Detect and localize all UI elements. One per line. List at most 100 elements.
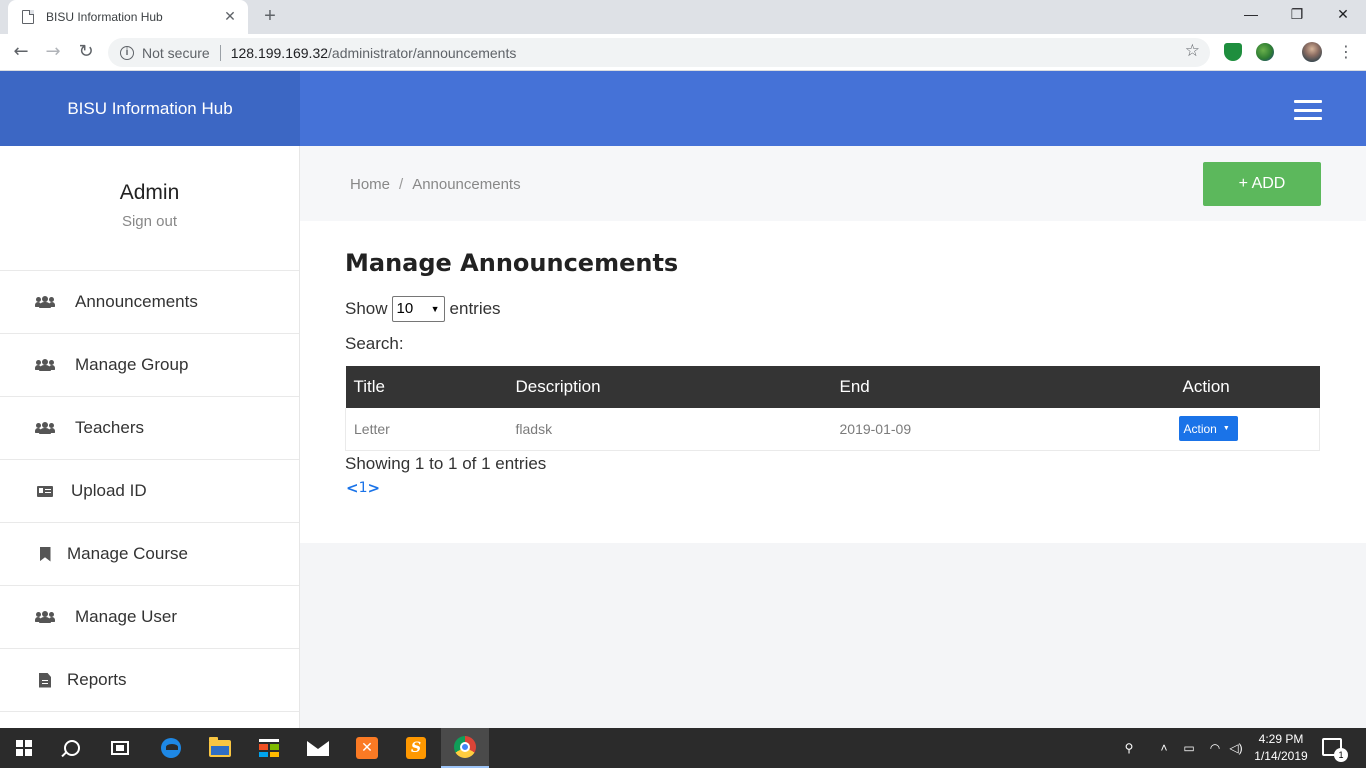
column-header-title[interactable]: Title [346,366,508,408]
task-view-button[interactable] [96,728,144,768]
pagination-page-1[interactable]: 1 [359,480,368,496]
users-icon [35,296,55,308]
column-header-description[interactable]: Description [508,366,832,408]
sidebar-item-reports[interactable]: Reports [0,649,299,712]
users-icon [35,611,55,623]
show-label: Show [345,299,388,318]
sidebar-item-upload-id[interactable]: Upload ID [0,460,299,523]
windows-taskbar: ✕ S ⚲ ˄ ▭ ◠ ◁) 4:29 PM 1/14/2019 1 [0,728,1366,768]
pagination: < 1 > [346,479,380,497]
row-action-dropdown-button[interactable]: Action ▼ [1178,416,1238,442]
bookmark-icon [35,546,55,562]
add-announcement-button[interactable]: + ADD [1203,162,1321,206]
sidebar: Admin Sign out Announcements Manage Grou… [0,146,300,728]
restore-button[interactable]: ❐ [1274,0,1320,30]
taskbar-store[interactable] [245,728,293,768]
security-label[interactable]: Not secure [142,45,210,61]
hamburger-menu-icon[interactable] [1294,100,1322,120]
people-icon[interactable]: ⚲ [1118,728,1140,768]
breadcrumb: Home / Announcements [350,176,521,193]
new-tab-button[interactable]: + [258,4,282,28]
caret-down-icon: ▼ [1222,425,1230,433]
taskbar-file-explorer[interactable] [196,728,244,768]
wifi-icon[interactable]: ◠ [1204,728,1226,768]
shield-extension-icon[interactable] [1224,43,1242,61]
action-label: Action [1183,421,1217,436]
cell-end: 2019-01-09 [831,408,1175,451]
page-title: Manage Announcements [345,249,679,277]
pagination-prev[interactable]: < [346,479,359,497]
tab-close-icon[interactable]: ✕ [222,9,238,25]
breadcrumb-home[interactable]: Home [350,176,390,193]
sidebar-item-announcements[interactable]: Announcements [0,271,299,334]
browser-menu-icon[interactable]: ⋮ [1338,43,1354,61]
close-window-button[interactable]: ✕ [1320,0,1366,30]
user-profile: Admin Sign out [0,146,299,271]
taskbar-xampp[interactable]: ✕ [343,728,391,768]
search-icon [64,740,80,756]
cell-title: Letter [345,408,508,451]
table-header-row: Title Description End Action [345,366,1320,408]
taskbar-search-button[interactable] [48,728,96,768]
clock-date: 1/14/2019 [1254,749,1308,763]
app-brand[interactable]: BISU Information Hub [0,71,300,146]
select-caret-icon: ▼ [430,304,440,314]
entries-per-page-value: 10 [396,300,414,317]
back-button[interactable]: ← [9,40,33,64]
file-explorer-icon [209,736,231,757]
info-icon[interactable]: i [120,45,134,60]
taskbar-mail[interactable] [294,728,342,768]
reload-button[interactable]: ↻ [74,40,98,64]
entries-label: entries [449,299,501,318]
sidebar-item-manage-course[interactable]: Manage Course [0,523,299,586]
sidebar-item-manage-user[interactable]: Manage User [0,586,299,649]
tray-chevron-up-icon[interactable]: ˄ [1154,728,1174,768]
mail-icon [307,740,329,756]
sidebar-item-teachers[interactable]: Teachers [0,397,299,460]
sidebar-item-label: Manage Group [75,355,189,374]
start-button[interactable] [0,728,48,768]
entries-per-page-select[interactable]: 10 ▼ [391,296,445,322]
sidebar-item-label: Reports [67,670,127,689]
sidebar-item-manage-group[interactable]: Manage Group [0,334,299,397]
globe-extension-icon[interactable] [1256,43,1274,61]
browser-tab-strip: BISU Information Hub ✕ + — ❐ ✕ [0,0,1366,34]
edge-browser-icon [161,738,181,758]
bookmark-star-icon[interactable]: ☆ [1185,41,1200,61]
search-label: Search: [345,334,404,353]
sign-out-link[interactable]: Sign out [0,213,299,230]
pagination-next[interactable]: > [368,479,381,497]
taskbar-sublime[interactable]: S [392,728,440,768]
id-card-icon [35,485,55,497]
page-favicon-icon [22,10,34,24]
address-bar[interactable]: i Not secure 128.199.169.32/administrato… [108,38,1210,67]
table-row: Letter fladsk 2019-01-09 Action ▼ [345,408,1320,451]
store-icon [259,739,279,757]
taskbar-edge[interactable] [147,728,195,768]
browser-tab[interactable]: BISU Information Hub ✕ [8,0,248,34]
sidebar-item-label: Upload ID [71,481,147,500]
taskbar-chrome[interactable] [441,728,489,768]
app-topbar [300,71,1366,146]
cell-action: Action ▼ [1174,408,1320,451]
sublime-text-icon: S [406,737,426,759]
windows-logo-icon [16,740,32,756]
xampp-icon: ✕ [356,737,378,759]
profile-avatar-icon[interactable] [1302,42,1322,62]
task-view-icon [111,741,129,755]
entries-length-control: Show 10 ▼ entries [345,296,501,322]
volume-icon[interactable]: ◁) [1226,728,1246,768]
user-name: Admin [119,181,180,204]
forward-button[interactable]: → [41,40,65,64]
breadcrumb-bar: Home / Announcements + ADD [300,146,1366,221]
minimize-button[interactable]: — [1228,0,1274,30]
column-header-end[interactable]: End [832,366,1175,408]
clock-time: 4:29 PM [1258,732,1304,746]
system-clock[interactable]: 4:29 PM 1/14/2019 [1248,731,1314,765]
sidebar-item-label: Manage User [75,607,178,626]
file-icon [35,672,55,688]
announcements-table: Title Description End Action Letter flad… [345,366,1320,451]
tab-title: BISU Information Hub [46,10,163,24]
url-path: /administrator/announcements [328,44,517,61]
battery-icon[interactable]: ▭ [1178,728,1200,768]
